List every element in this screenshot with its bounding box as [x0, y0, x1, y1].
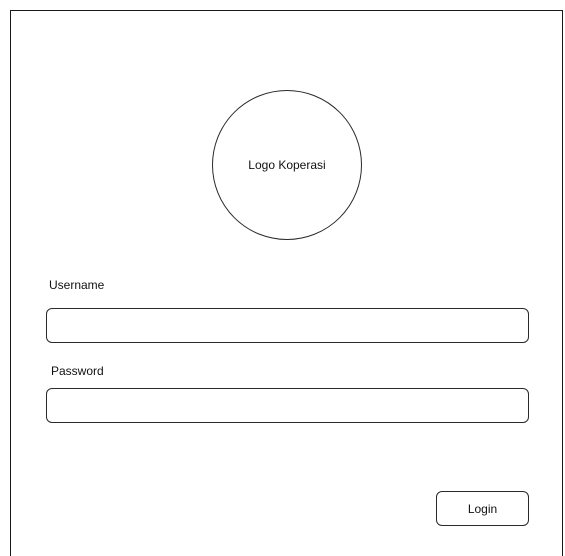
login-button[interactable]: Login	[436, 491, 529, 526]
password-input[interactable]	[46, 388, 529, 423]
login-panel: Logo Koperasi Username Password Login	[10, 10, 563, 556]
logo-placeholder: Logo Koperasi	[212, 90, 362, 240]
username-label: Username	[49, 278, 105, 292]
password-label: Password	[51, 364, 104, 378]
username-input[interactable]	[46, 308, 529, 343]
logo-text: Logo Koperasi	[248, 158, 326, 172]
